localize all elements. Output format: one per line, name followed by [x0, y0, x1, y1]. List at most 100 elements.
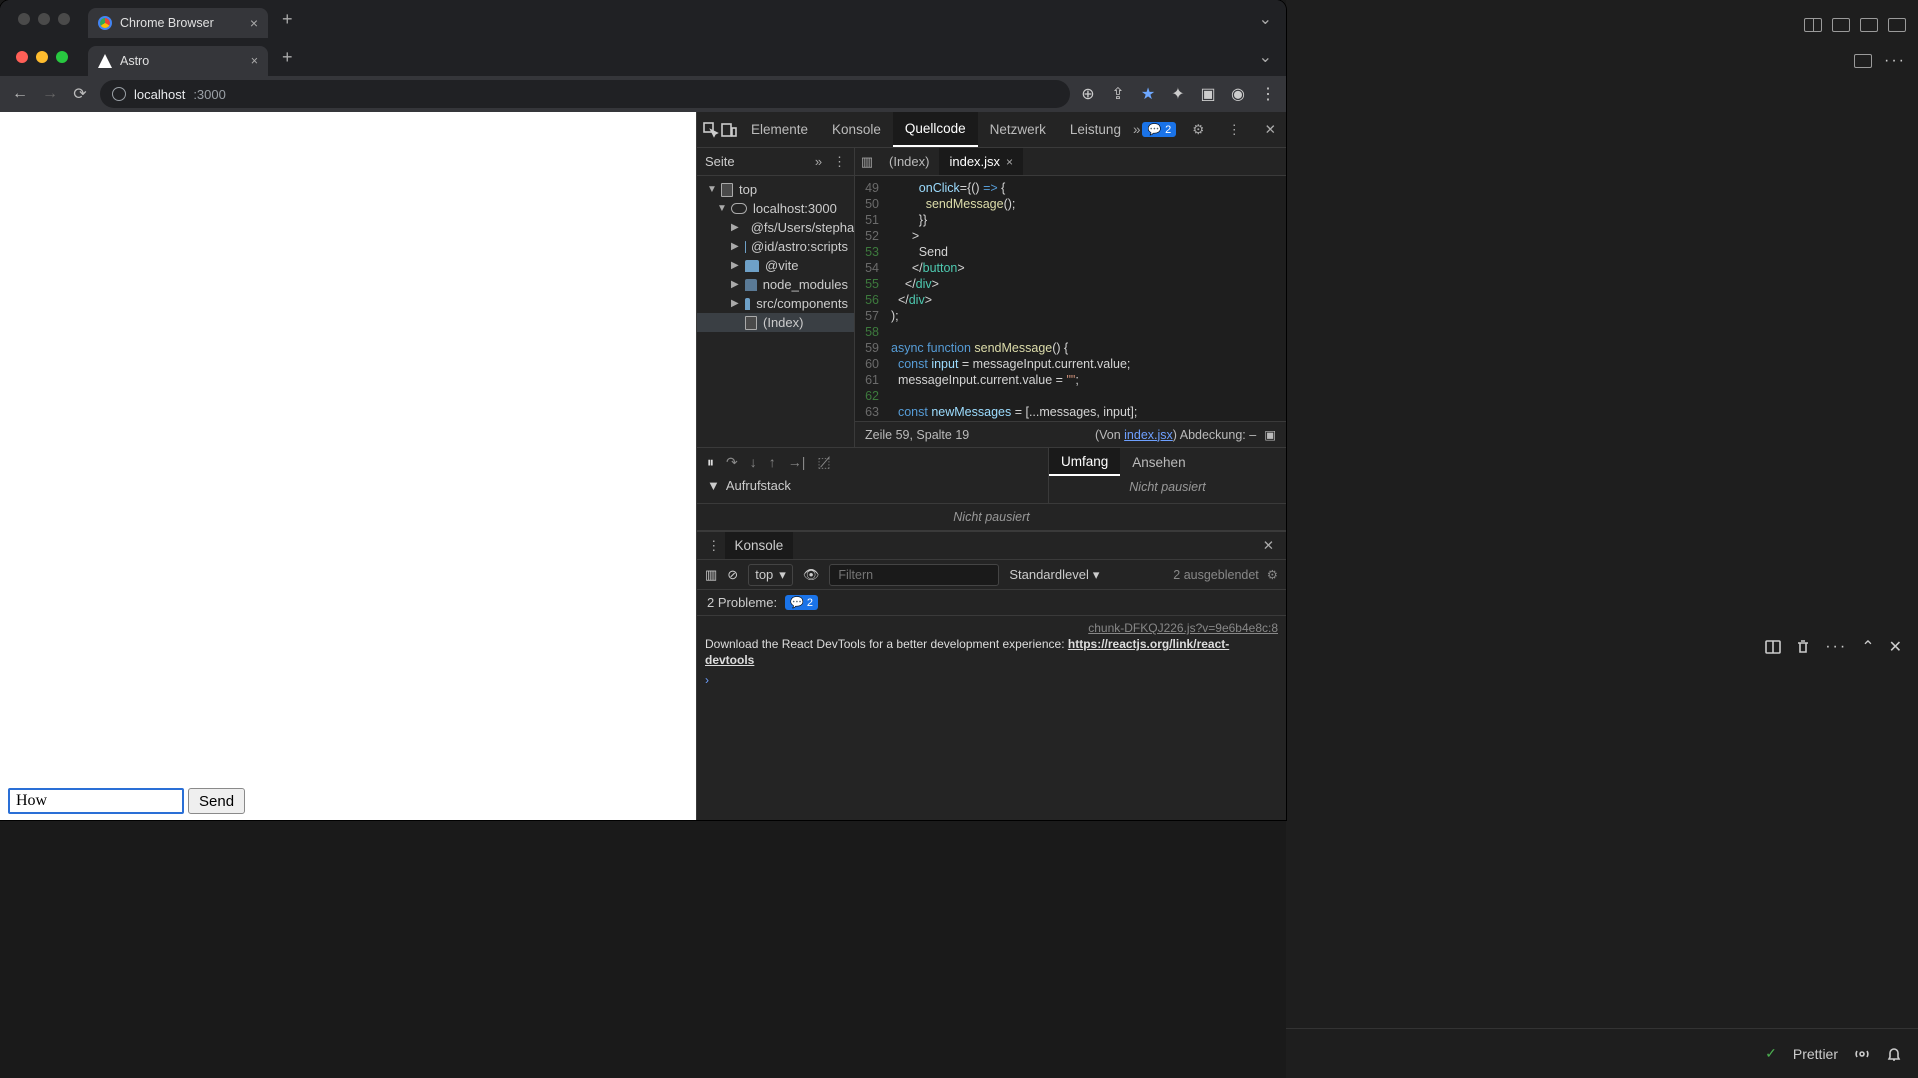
menu-icon[interactable]: ⋮	[1260, 86, 1276, 102]
editor-status-bar: Zeile 59, Spalte 19 (Von index.jsx) Abde…	[855, 421, 1286, 447]
settings-gear-icon[interactable]: ⚙	[1186, 118, 1210, 142]
chevron-up-icon[interactable]: ⌃	[1861, 637, 1874, 657]
more-icon[interactable]: ···	[1884, 52, 1906, 70]
tree-folder[interactable]: ▶@vite	[697, 256, 854, 275]
console-sidebar-icon[interactable]: ▥	[705, 567, 717, 583]
coverage-toggle-icon[interactable]: ▣	[1264, 427, 1276, 442]
tab-konsole[interactable]: Konsole	[820, 112, 893, 147]
trash-icon[interactable]	[1795, 639, 1811, 655]
new-tab-button[interactable]: +	[274, 47, 301, 68]
clear-console-icon[interactable]: ⊘	[727, 567, 738, 583]
broadcast-icon[interactable]	[1854, 1046, 1870, 1062]
message-source-link[interactable]: chunk-DFKQJ226.js?v=9e6b4e8c:8	[705, 620, 1278, 636]
reload-button[interactable]: ⟳	[70, 84, 90, 104]
bell-icon[interactable]	[1886, 1046, 1902, 1062]
pause-icon[interactable]: ⏸	[707, 454, 714, 471]
outer-tab-chrome[interactable]: Chrome Browser ×	[88, 8, 268, 38]
tree-folder[interactable]: ▶src/components	[697, 294, 854, 313]
tree-host[interactable]: ▼localhost:3000	[697, 199, 854, 218]
console-filter-input[interactable]	[829, 564, 999, 586]
outer-tab-title: Chrome Browser	[120, 16, 214, 30]
kebab-menu-icon[interactable]: ⋮	[1222, 118, 1246, 142]
tab-title: Astro	[120, 54, 149, 68]
maximize-window-button[interactable]	[56, 51, 68, 63]
close-icon[interactable]: ✕	[1889, 637, 1902, 657]
hidden-count[interactable]: 2 ausgeblendet	[1173, 568, 1259, 582]
tab-konsole-drawer[interactable]: Konsole	[725, 532, 794, 559]
prettier-check-icon: ✓	[1765, 1045, 1777, 1062]
back-button[interactable]: ←	[10, 85, 30, 103]
tab-leistung[interactable]: Leistung	[1058, 112, 1133, 147]
layout-icon[interactable]	[1860, 18, 1878, 32]
tabs-overflow-icon[interactable]: ⌄	[1259, 9, 1272, 29]
drawer-menu-icon[interactable]: ⋮	[703, 538, 725, 554]
tree-root[interactable]: ▼top	[697, 180, 854, 199]
inspect-icon[interactable]	[703, 118, 719, 142]
step-icon[interactable]: →|	[788, 454, 806, 470]
tree-folder[interactable]: ▶node_modules	[697, 275, 854, 294]
minimize-window-button[interactable]	[36, 51, 48, 63]
tab-umfang[interactable]: Umfang	[1049, 448, 1120, 476]
tree-folder[interactable]: ▶@fs/Users/stepha	[697, 218, 854, 237]
more-icon[interactable]: » ⋮	[815, 154, 846, 170]
window-controls[interactable]	[16, 51, 68, 63]
device-toolbar-icon[interactable]	[721, 118, 737, 142]
forward-button[interactable]: →	[40, 85, 60, 103]
zoom-icon[interactable]: ⊕	[1080, 86, 1096, 102]
sources-panel: Seite » ⋮ ▼top ▼localhost:3000 ▶@fs/User…	[697, 148, 1286, 448]
close-icon[interactable]: ✕	[1257, 538, 1280, 554]
close-icon[interactable]: ✕	[1258, 118, 1282, 142]
split-panel-icon[interactable]	[1765, 639, 1781, 655]
profile-icon[interactable]: ◉	[1230, 86, 1246, 102]
editor-shell-background: ···	[1286, 0, 1918, 1078]
tab-ansehen[interactable]: Ansehen	[1120, 448, 1197, 476]
vscode-panel-toolbar: ··· ⌃ ✕	[1286, 632, 1918, 662]
close-icon[interactable]: ×	[1006, 155, 1013, 169]
tab-elemente[interactable]: Elemente	[739, 112, 820, 147]
tree-file-index[interactable]: (Index)	[697, 313, 854, 332]
extensions-icon[interactable]: ✦	[1170, 86, 1186, 102]
prettier-status[interactable]: Prettier	[1793, 1046, 1838, 1062]
layout-grid-icon[interactable]	[1888, 18, 1906, 32]
share-icon[interactable]: ⇪	[1110, 86, 1126, 102]
more-tabs-icon[interactable]: »	[1133, 118, 1141, 142]
step-over-icon[interactable]: ↷	[726, 454, 738, 471]
deactivate-breakpoints-icon[interactable]: ⬚̸	[817, 454, 830, 471]
site-info-icon[interactable]	[112, 87, 126, 101]
more-icon[interactable]: ···	[1825, 638, 1847, 656]
close-icon[interactable]: ×	[250, 15, 258, 31]
layout-icon[interactable]	[1832, 18, 1850, 32]
url-input[interactable]: localhost:3000	[100, 80, 1070, 108]
step-into-icon[interactable]: ↓	[750, 454, 757, 470]
bookmark-star-icon[interactable]: ★	[1140, 86, 1156, 102]
send-button[interactable]: Send	[188, 788, 245, 814]
log-level-selector[interactable]: Standardlevel▾	[1009, 567, 1099, 583]
tabs-overflow-icon[interactable]: ⌄	[1259, 47, 1272, 67]
tab-netzwerk[interactable]: Netzwerk	[978, 112, 1058, 147]
close-icon[interactable]: ×	[251, 54, 258, 68]
browser-window: Chrome Browser × + ⌄ Astro × + ⌄ ← → ⟳ l…	[0, 0, 1286, 820]
issues-badge[interactable]: 💬 2	[1142, 122, 1176, 137]
tab-astro[interactable]: Astro ×	[88, 46, 268, 76]
editor-tab-index[interactable]: (Index)	[879, 148, 939, 175]
close-window-button[interactable]	[16, 51, 28, 63]
split-editor-icon[interactable]	[1854, 54, 1872, 68]
new-tab-button[interactable]: +	[274, 9, 301, 30]
editor-tab-index-jsx[interactable]: index.jsx×	[939, 148, 1023, 175]
toggle-navigator-icon[interactable]: ▥	[855, 154, 879, 170]
context-selector[interactable]: top▾	[748, 564, 793, 586]
source-map-link[interactable]: index.jsx	[1124, 428, 1173, 442]
code-editor[interactable]: 4950515253545556575859606162636465666768…	[855, 176, 1286, 421]
tree-folder[interactable]: ▶@id/astro:scripts	[697, 237, 854, 256]
console-prompt[interactable]: ›	[705, 668, 1278, 688]
file-tree-tab[interactable]: Seite	[705, 154, 735, 169]
problems-row[interactable]: 2 Probleme: 💬 2	[697, 590, 1286, 616]
console-settings-icon[interactable]: ⚙	[1267, 567, 1278, 582]
tab-quellcode[interactable]: Quellcode	[893, 112, 978, 147]
callstack-header[interactable]: ▼Aufrufstack	[697, 476, 1048, 495]
step-out-icon[interactable]: ↑	[769, 454, 776, 470]
sidepanel-icon[interactable]: ▣	[1200, 86, 1216, 102]
live-expression-icon[interactable]: 👁	[803, 567, 820, 583]
chat-input[interactable]	[8, 788, 184, 814]
layout-icon[interactable]	[1804, 18, 1822, 32]
